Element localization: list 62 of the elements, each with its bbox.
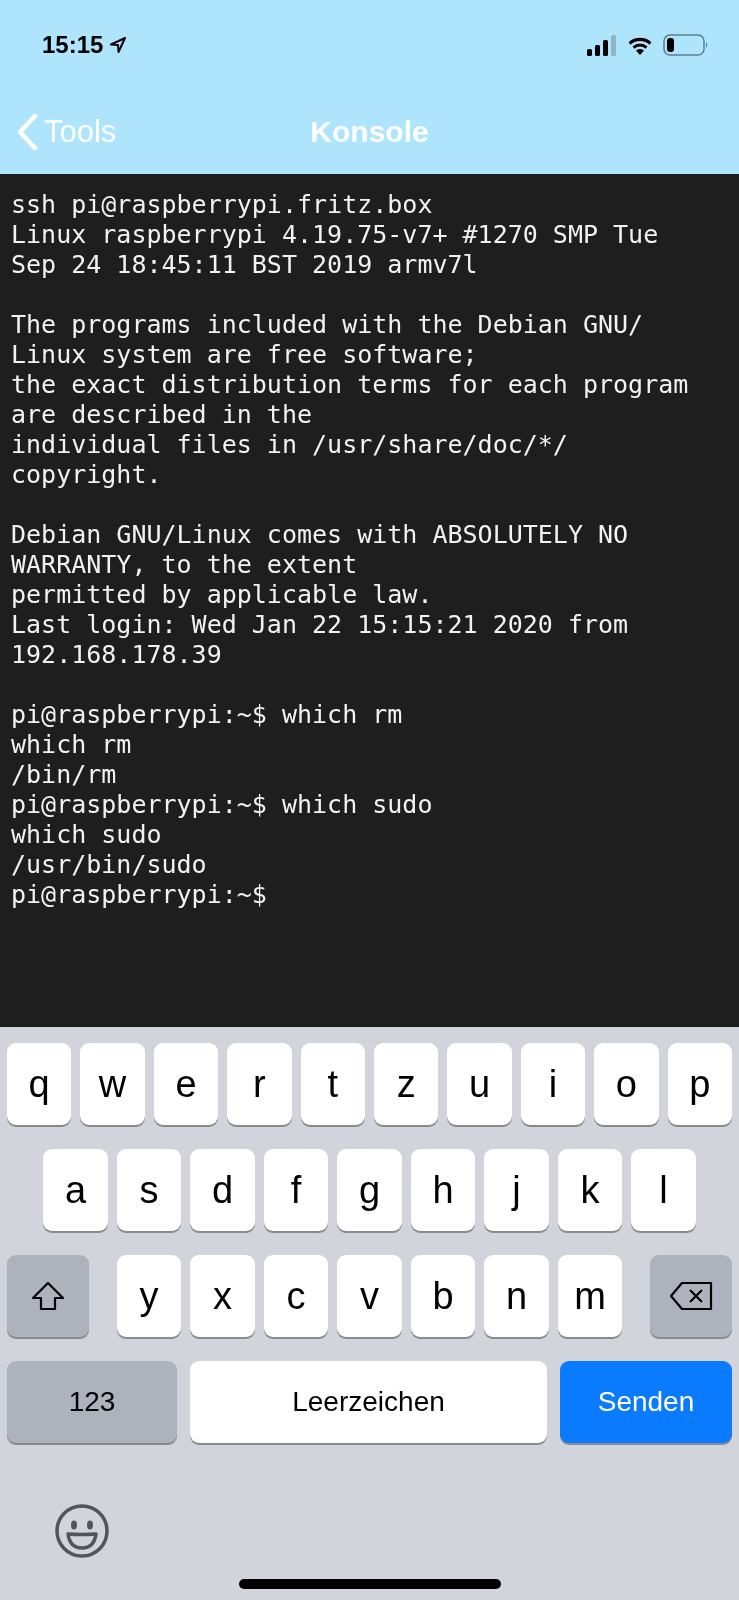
letter-key[interactable]: a bbox=[43, 1149, 108, 1231]
letter-key[interactable]: m bbox=[557, 1255, 623, 1337]
emoji-button[interactable] bbox=[54, 1503, 110, 1559]
terminal-line: /usr/bin/sudo bbox=[11, 850, 207, 880]
letter-key[interactable]: s bbox=[116, 1149, 182, 1231]
letter-key[interactable]: u bbox=[447, 1043, 512, 1125]
terminal-line: which rm bbox=[11, 730, 132, 760]
terminal-line: ssh pi@raspberrypi.fritz.box bbox=[11, 190, 433, 220]
terminal-line: individual files in /usr/share/doc/*/ bbox=[11, 430, 568, 460]
letter-key[interactable]: w bbox=[80, 1043, 145, 1125]
shift-key[interactable] bbox=[7, 1255, 89, 1337]
letter-key[interactable]: y bbox=[116, 1255, 182, 1337]
letter-key[interactable]: j bbox=[484, 1149, 549, 1231]
terminal-line: copyright. bbox=[11, 460, 162, 490]
terminal-line: pi@raspberrypi:~$ which rm bbox=[11, 700, 403, 730]
letter-key[interactable]: g bbox=[337, 1149, 402, 1231]
terminal-line: permitted by applicable law. bbox=[11, 580, 433, 610]
terminal-line: 192.168.178.39 bbox=[11, 640, 222, 670]
battery-icon bbox=[663, 34, 709, 56]
terminal-line: /bin/rm bbox=[11, 760, 117, 790]
letter-key[interactable]: l bbox=[631, 1149, 696, 1231]
terminal-line: Linux system are free software; bbox=[11, 340, 478, 370]
terminal-line: Linux raspberrypi 4.19.75-v7+ #1270 SMP Tue bbox=[11, 220, 659, 250]
terminal-line: pi@raspberrypi:~$ which sudo bbox=[11, 790, 433, 820]
terminal-line: pi@raspberrypi:~$ bbox=[11, 880, 267, 910]
letter-key[interactable]: o bbox=[594, 1043, 659, 1125]
terminal-line: Debian GNU/Linux comes with ABSOLUTELY NO bbox=[11, 520, 629, 550]
numbers-key[interactable]: 123 bbox=[7, 1361, 177, 1443]
letter-key[interactable]: v bbox=[337, 1255, 402, 1337]
letter-key[interactable]: r bbox=[227, 1043, 292, 1125]
letter-key[interactable]: c bbox=[263, 1255, 329, 1337]
letter-key[interactable]: i bbox=[520, 1043, 586, 1125]
terminal-line: are described in the bbox=[11, 400, 313, 430]
nav-title: Konsole bbox=[310, 115, 429, 149]
terminal-line: Last login: Wed Jan 22 15:15:21 2020 from bbox=[11, 610, 629, 640]
letter-key[interactable]: x bbox=[190, 1255, 255, 1337]
letter-key[interactable]: h bbox=[410, 1149, 476, 1231]
chevron-left-icon bbox=[16, 113, 38, 151]
signal-icon bbox=[587, 34, 617, 56]
letter-key[interactable]: t bbox=[300, 1043, 365, 1125]
terminal-line: The programs included with the Debian GNU/ bbox=[11, 310, 644, 340]
space-key[interactable]: Leerzeichen bbox=[190, 1361, 547, 1443]
terminal-line: Sep 24 18:45:11 BST 2019 armv7l bbox=[11, 250, 478, 280]
letter-key[interactable]: e bbox=[153, 1043, 219, 1125]
letter-key[interactable]: d bbox=[190, 1149, 255, 1231]
letter-key[interactable]: b bbox=[410, 1255, 476, 1337]
location-arrow-icon bbox=[109, 36, 128, 54]
letter-key[interactable]: k bbox=[557, 1149, 623, 1231]
send-key[interactable]: Senden bbox=[560, 1361, 732, 1443]
terminal-line: WARRANTY, to the extent bbox=[11, 550, 358, 580]
smiley-icon bbox=[54, 1503, 110, 1559]
backspace-icon bbox=[668, 1280, 714, 1312]
terminal-line: the exact distribution terms for each program bbox=[11, 370, 689, 400]
letter-key[interactable]: q bbox=[6, 1043, 72, 1125]
letter-key[interactable]: f bbox=[263, 1149, 329, 1231]
terminal-line: which sudo bbox=[11, 820, 162, 850]
backspace-key[interactable] bbox=[650, 1255, 732, 1337]
letter-key[interactable]: n bbox=[484, 1255, 549, 1337]
letter-key[interactable]: z bbox=[374, 1043, 439, 1125]
status-time: 15:15 bbox=[42, 31, 104, 59]
shift-icon bbox=[30, 1280, 66, 1312]
letter-key[interactable]: p bbox=[667, 1043, 733, 1125]
